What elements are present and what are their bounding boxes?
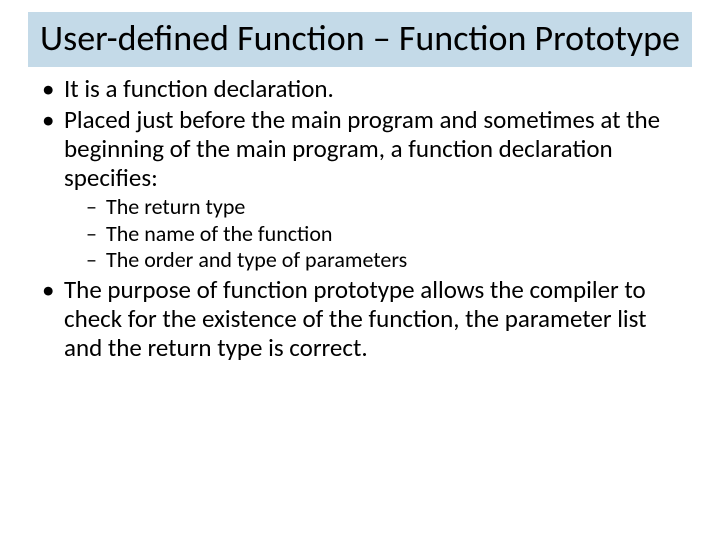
sub-bullet-text: The name of the function	[106, 220, 332, 247]
bullet-text: The purpose of function prototype allows…	[64, 274, 647, 363]
slide: User-defined Function – Function Prototy…	[0, 12, 720, 552]
sub-bullet-list: The return type The name of the function…	[64, 194, 680, 272]
bullet-item: The purpose of function prototype allows…	[40, 276, 680, 362]
sub-bullet-text: The return type	[106, 193, 245, 220]
sub-bullet-item: The return type	[86, 194, 680, 219]
bullet-text: It is a function declaration.	[64, 73, 334, 104]
bullet-text: Placed just before the main program and …	[64, 104, 660, 193]
title-box: User-defined Function – Function Prototy…	[28, 12, 692, 67]
sub-bullet-item: The order and type of parameters	[86, 247, 680, 272]
bullet-list: It is a function declaration. Placed jus…	[40, 75, 680, 362]
slide-body: It is a function declaration. Placed jus…	[40, 75, 680, 362]
slide-title: User-defined Function – Function Prototy…	[38, 18, 682, 59]
sub-bullet-item: The name of the function	[86, 221, 680, 246]
sub-bullet-text: The order and type of parameters	[106, 246, 407, 273]
bullet-item: It is a function declaration.	[40, 75, 680, 104]
bullet-item: Placed just before the main program and …	[40, 106, 680, 272]
